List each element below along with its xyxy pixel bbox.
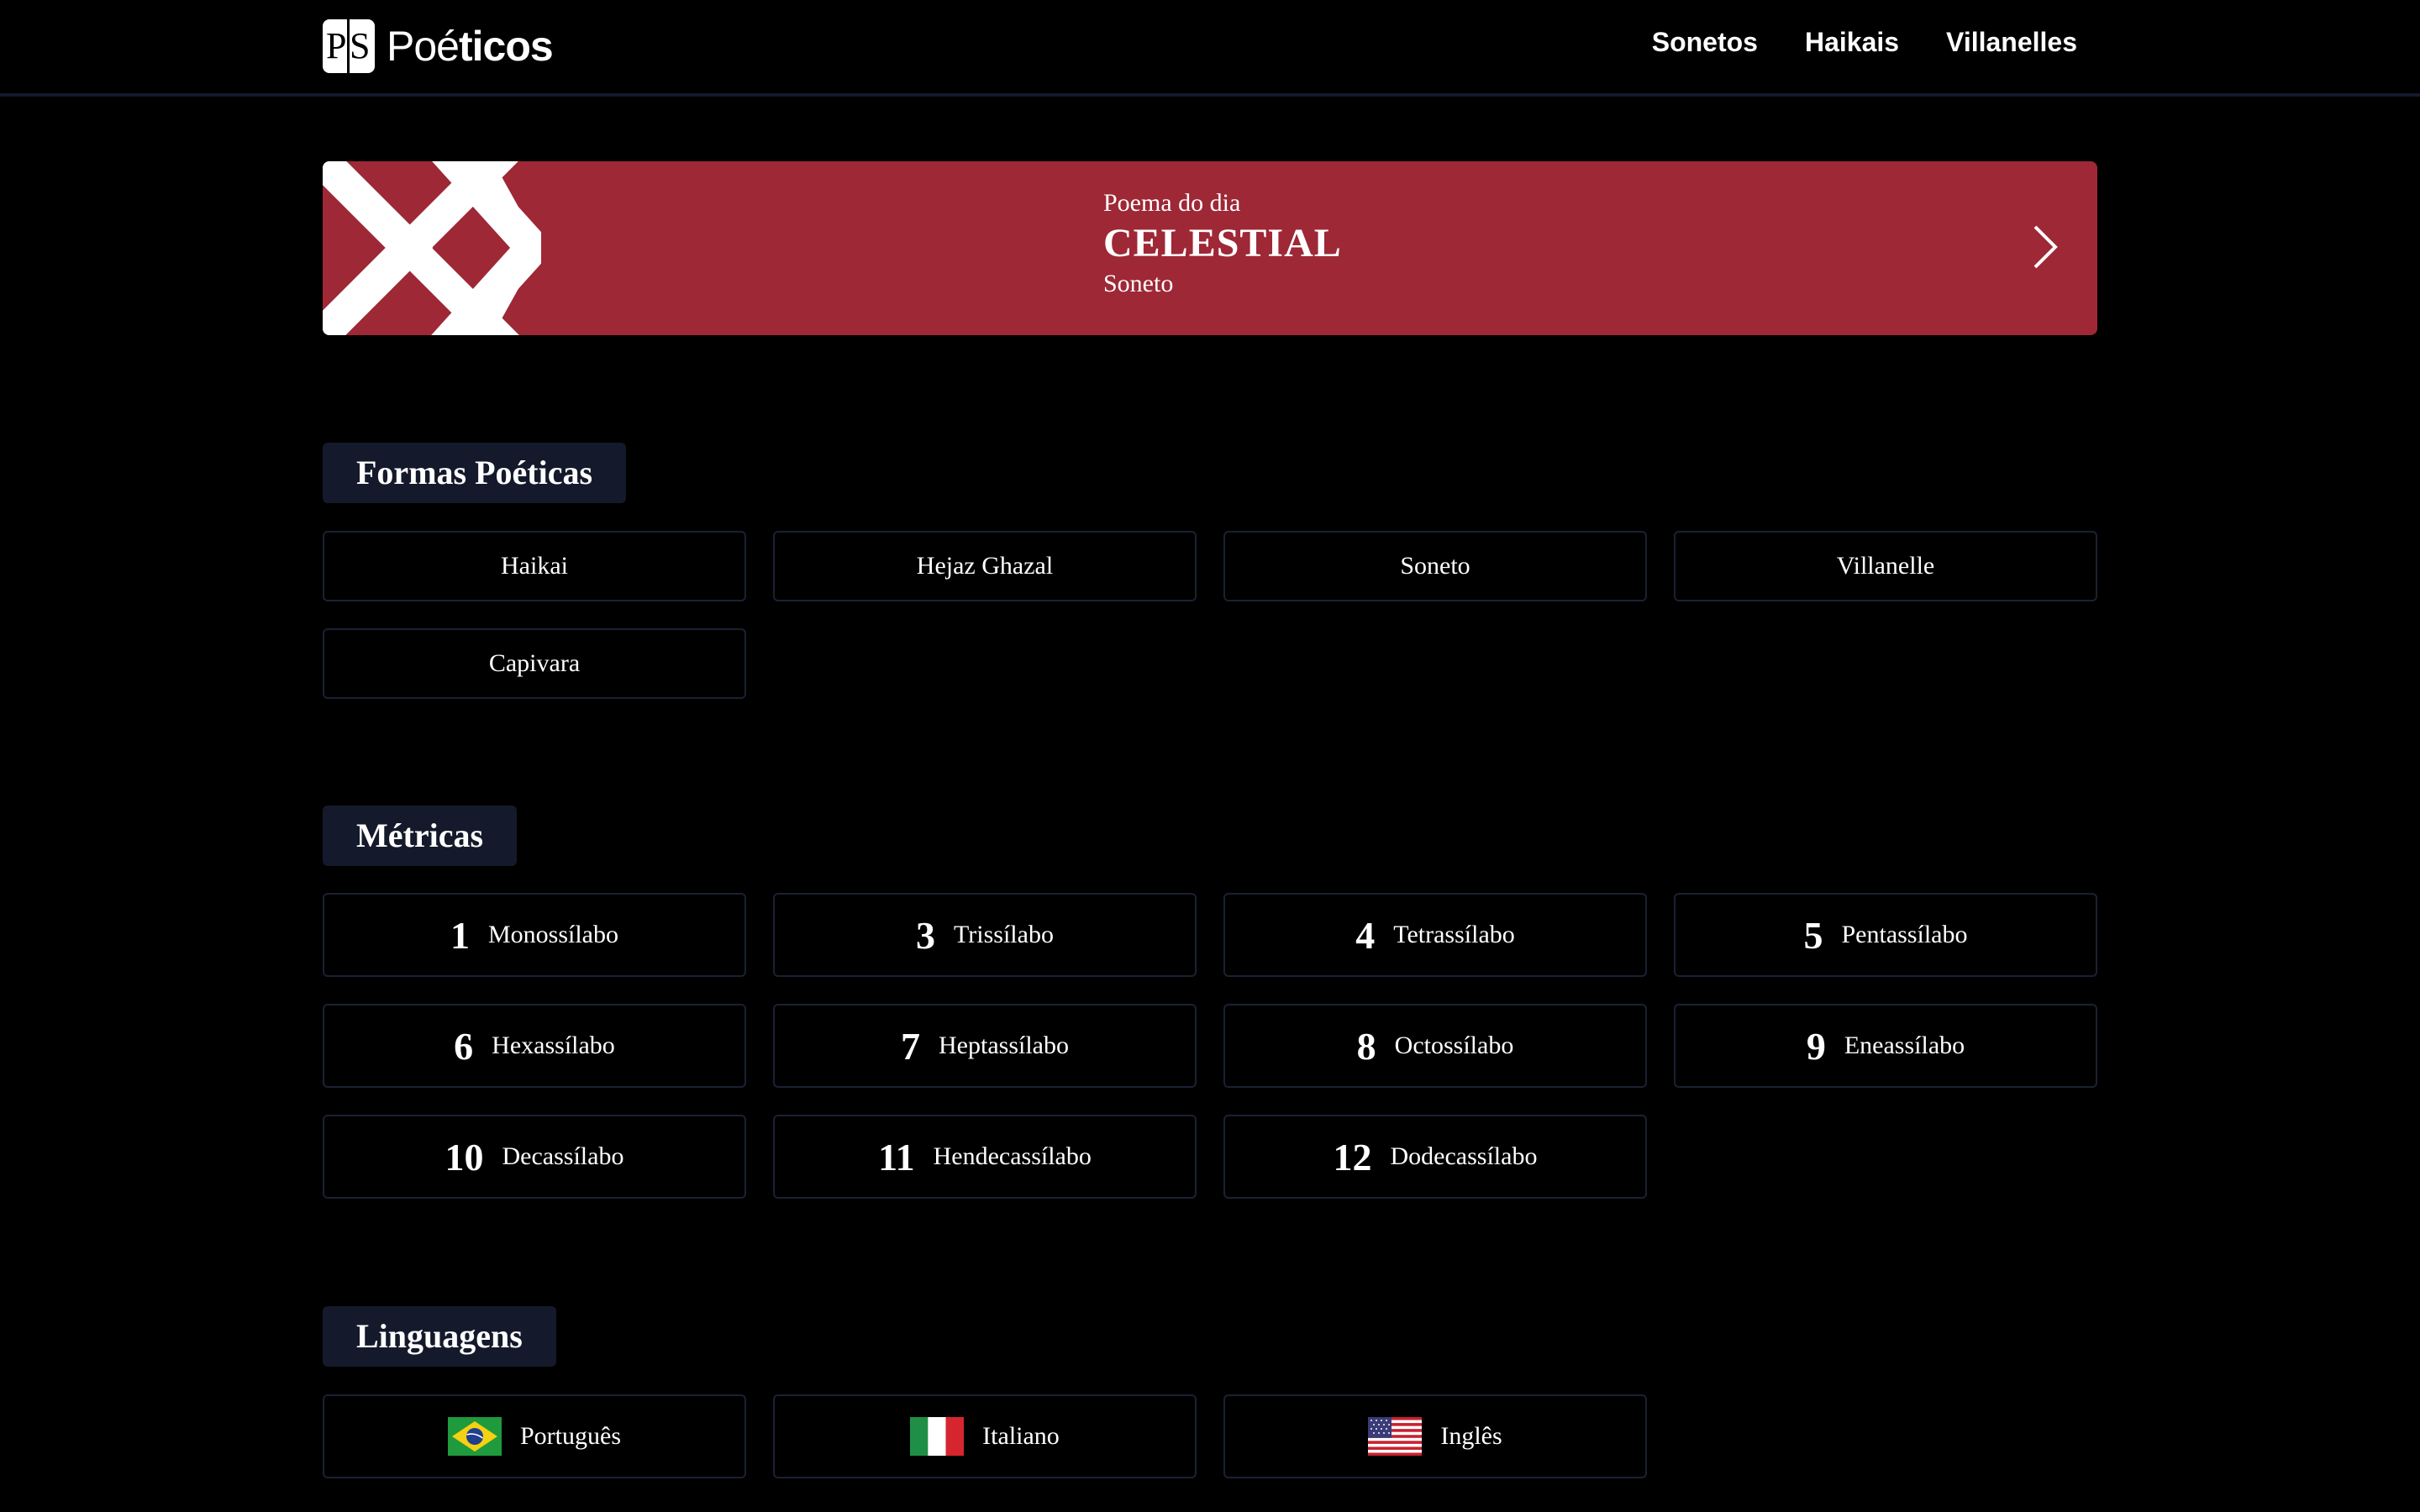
language-card-italiano[interactable]: Italiano	[773, 1394, 1197, 1478]
banner-text: Poema do dia CELESTIAL Soneto	[1103, 186, 1342, 301]
language-card-portugues[interactable]: Português	[323, 1394, 746, 1478]
banner-poem-form: Soneto	[1103, 270, 1174, 297]
logo-text: Poéticos	[387, 23, 554, 70]
metric-card-3[interactable]: 3 Trissílabo	[773, 893, 1197, 977]
form-card-hejaz-ghazal[interactable]: Hejaz Ghazal	[773, 531, 1197, 601]
nav-link-villanelles[interactable]: Villanelles	[1946, 27, 2077, 58]
usa-flag-icon	[1368, 1417, 1423, 1456]
banner-label: Poema do dia	[1103, 189, 1241, 217]
language-card-ingles[interactable]: Inglês	[1223, 1394, 1647, 1478]
section-title-metrics: Métricas	[323, 806, 518, 866]
site-header: P S Poéticos Sonetos Haikais Villanelles	[0, 0, 2420, 97]
section-title-languages: Linguagens	[323, 1306, 556, 1367]
italy-flag-icon	[910, 1417, 965, 1456]
metric-card-7[interactable]: 7 Heptassílabo	[773, 1004, 1197, 1088]
section-title-forms: Formas Poéticas	[323, 443, 627, 503]
main-nav: Sonetos Haikais Villanelles	[1652, 27, 2077, 58]
metric-card-9[interactable]: 9 Eneassílabo	[1674, 1004, 2097, 1088]
logo-mark-icon: P S	[323, 19, 375, 73]
metric-card-6[interactable]: 6 Hexassílabo	[323, 1004, 746, 1088]
form-card-villanelle[interactable]: Villanelle	[1674, 531, 2097, 601]
nav-link-sonetos[interactable]: Sonetos	[1652, 27, 1758, 58]
lattice-pattern-icon	[323, 161, 541, 335]
chevron-right-icon[interactable]	[2030, 222, 2060, 272]
site-logo[interactable]: P S Poéticos	[323, 19, 554, 73]
form-card-capivara[interactable]: Capivara	[323, 628, 746, 699]
nav-link-haikais[interactable]: Haikais	[1805, 27, 1899, 58]
poem-of-the-day-banner[interactable]: Poema do dia CELESTIAL Soneto	[323, 161, 2097, 335]
metric-card-5[interactable]: 5 Pentassílabo	[1674, 893, 2097, 977]
metric-card-12[interactable]: 12 Dodecassílabo	[1223, 1115, 1647, 1199]
metric-card-1[interactable]: 1 Monossílabo	[323, 893, 746, 977]
brazil-flag-icon	[448, 1417, 502, 1456]
metric-card-10[interactable]: 10 Decassílabo	[323, 1115, 746, 1199]
metric-card-4[interactable]: 4 Tetrassílabo	[1223, 893, 1647, 977]
metric-card-11[interactable]: 11 Hendecassílabo	[773, 1115, 1197, 1199]
form-card-soneto[interactable]: Soneto	[1223, 531, 1647, 601]
form-card-haikai[interactable]: Haikai	[323, 531, 746, 601]
metric-card-8[interactable]: 8 Octossílabo	[1223, 1004, 1647, 1088]
banner-poem-title: CELESTIAL	[1103, 221, 1342, 265]
